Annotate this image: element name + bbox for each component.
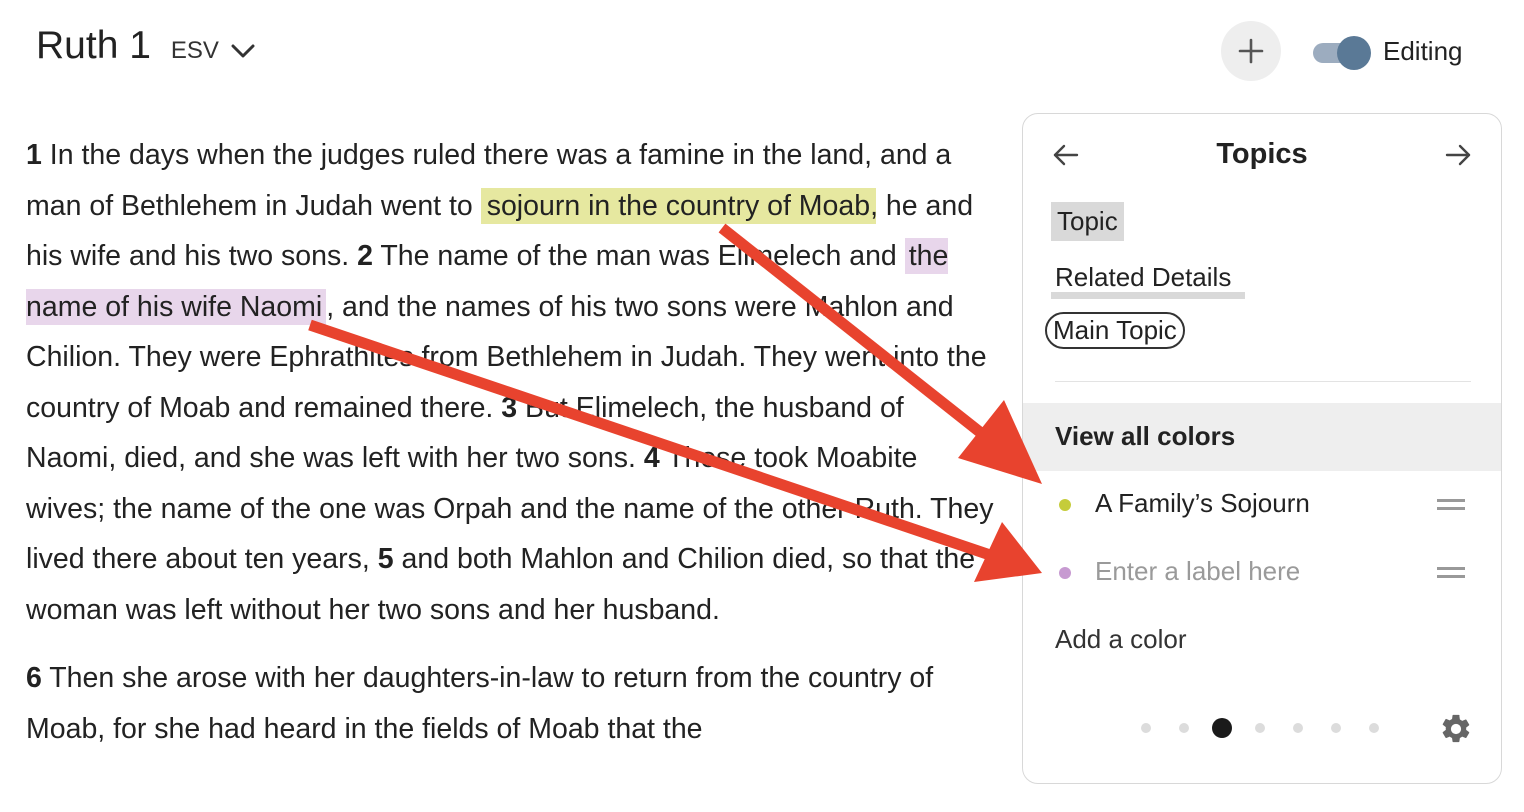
verse-number: 1	[26, 139, 42, 171]
bible-passage: 1 In the days when the judges ruled ther…	[26, 130, 996, 772]
verse-number: 3	[501, 391, 518, 424]
color-label-input[interactable]: Enter a label here	[1095, 556, 1300, 587]
editing-label: Editing	[1383, 36, 1463, 66]
style-option-main-topic[interactable]: Main Topic	[1045, 312, 1185, 349]
chevron-down-icon[interactable]	[229, 37, 257, 65]
paragraph: 1 In the days when the judges ruled ther…	[26, 130, 996, 635]
add-button[interactable]	[1221, 21, 1281, 81]
panel-header: Topics	[1023, 134, 1501, 178]
verse-text[interactable]: The name of the man was Elimelech and	[373, 240, 905, 272]
page-dot-active[interactable]	[1212, 718, 1232, 738]
version-label: ESV	[170, 37, 219, 64]
drag-handle-icon[interactable]	[1437, 499, 1465, 511]
gear-icon[interactable]	[1439, 712, 1473, 746]
paragraph: 6 Then she arose with her daughters-in-l…	[26, 653, 996, 754]
color-row-purple[interactable]: Enter a label here	[1023, 542, 1501, 602]
chapter-title: Ruth 1	[36, 24, 151, 67]
style-option-related-details[interactable]: Related Details	[1055, 262, 1231, 293]
page-dot[interactable]	[1369, 723, 1379, 733]
page-dot[interactable]	[1141, 723, 1151, 733]
divider	[1055, 381, 1471, 382]
related-details-underline	[1051, 292, 1245, 299]
verse-number: 2	[357, 240, 373, 272]
color-dot-yellow	[1059, 499, 1071, 511]
topics-panel: Topics Topic Related Details Main Topic …	[1022, 113, 1502, 784]
drag-handle-icon[interactable]	[1437, 567, 1465, 579]
chapter-selector[interactable]: Ruth 1 ESV	[36, 24, 219, 68]
verse-number: 6	[26, 662, 42, 694]
arrow-right-icon[interactable]	[1443, 140, 1473, 170]
page-dot[interactable]	[1255, 723, 1265, 733]
plus-icon	[1238, 38, 1264, 64]
editing-toggle[interactable]	[1313, 36, 1371, 70]
color-dot-purple	[1059, 567, 1071, 579]
verse-number: 4	[643, 442, 660, 474]
page-dot[interactable]	[1331, 723, 1341, 733]
highlight-yellow[interactable]: sojourn in the country of Moab	[480, 187, 877, 224]
toggle-knob	[1337, 36, 1371, 70]
view-all-colors-label: View all colors	[1055, 421, 1236, 451]
panel-title: Topics	[1216, 138, 1308, 170]
verse-number: 5	[377, 543, 394, 575]
style-option-topic[interactable]: Topic	[1051, 202, 1124, 241]
verse-text[interactable]: Then she arose with her daughters-in-law…	[26, 662, 933, 745]
page-dot[interactable]	[1179, 723, 1189, 733]
view-all-colors-button[interactable]: View all colors	[1023, 403, 1501, 471]
add-color-button[interactable]: Add a color	[1055, 624, 1187, 655]
color-label[interactable]: A Family’s Sojourn	[1095, 488, 1310, 519]
page-dot[interactable]	[1293, 723, 1303, 733]
color-row-yellow[interactable]: A Family’s Sojourn	[1023, 474, 1501, 534]
